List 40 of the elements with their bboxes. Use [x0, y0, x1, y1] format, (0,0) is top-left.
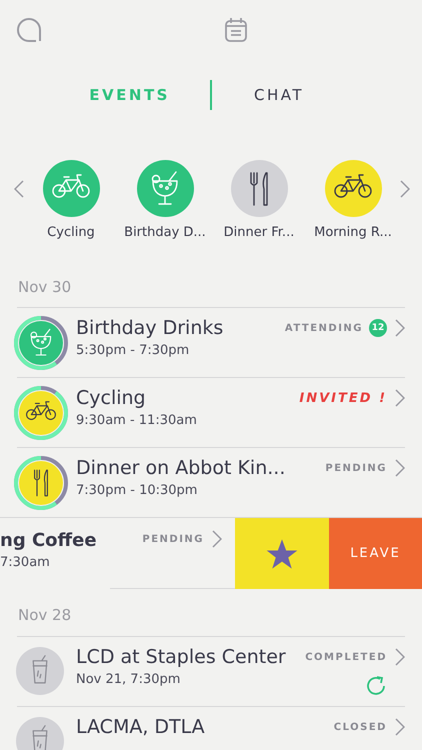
leave-button[interactable]: LEAVE: [329, 518, 422, 589]
tab[interactable]: EVENTS: [70, 85, 210, 105]
event-time: 7:30pm - 10:30pm: [76, 483, 198, 498]
status-label: ATTENDING: [284, 322, 363, 334]
event-time: 5:30pm - 7:30pm: [76, 343, 190, 358]
tab[interactable]: CHAT: [212, 85, 352, 105]
chevron-right-icon[interactable]: [395, 718, 405, 736]
chevron-left-icon[interactable]: [14, 180, 24, 198]
status-label: PENDING: [142, 534, 204, 544]
status-label: INVITED !: [299, 390, 387, 406]
calendar-icon[interactable]: [224, 17, 248, 43]
event-time: 9:30am - 11:30am: [76, 413, 198, 428]
status-label: CLOSED: [334, 722, 387, 732]
event-label: Birthday D...: [124, 225, 206, 240]
event-title: Cycling: [76, 387, 147, 409]
chevron-right-icon[interactable]: [212, 530, 222, 548]
event-time: Nov 21, 7:30pm: [76, 672, 182, 687]
event-label: Dinner Fr...: [224, 225, 294, 240]
chevron-right-icon[interactable]: [395, 459, 405, 477]
refresh-icon[interactable]: [364, 674, 388, 698]
app-logo-icon[interactable]: [14, 17, 42, 43]
favorite-button[interactable]: [235, 518, 329, 589]
event-title: LCD at Staples Center: [76, 646, 287, 668]
chevron-right-icon[interactable]: [395, 319, 405, 337]
chevron-right-icon[interactable]: [395, 389, 405, 407]
attendee-count-badge: 12: [369, 319, 387, 337]
event-title: Dinner on Abbot Kin...: [76, 457, 286, 479]
star-icon: [265, 538, 299, 570]
event-title: Birthday Drinks: [76, 317, 224, 339]
chevron-right-icon[interactable]: [395, 648, 405, 666]
event-title: LACMA, DTLA: [76, 716, 206, 738]
event-time: 7:30am: [0, 555, 51, 570]
event-label: Cycling: [47, 225, 95, 240]
event-title: ng Coffee: [0, 530, 98, 551]
chevron-right-icon[interactable]: [400, 180, 410, 198]
status-label: COMPLETED: [305, 652, 387, 662]
date-header: Nov 28: [18, 606, 72, 624]
event-label: Morning R...: [314, 225, 392, 240]
status-label: PENDING: [325, 462, 387, 474]
date-header: Nov 30: [18, 278, 72, 296]
